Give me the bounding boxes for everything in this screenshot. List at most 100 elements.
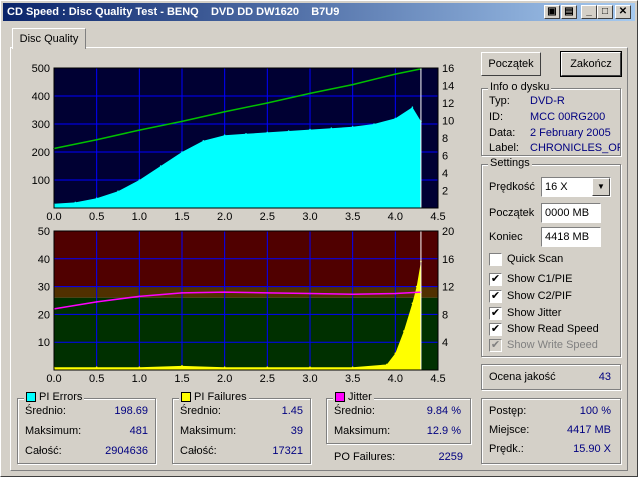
quick-scan-checkbox[interactable] [489,253,502,266]
x-tick-label: 0.0 [46,211,61,223]
x-tick-label: 0.5 [89,211,104,223]
jitter-max-label: Maksimum: [334,425,391,437]
series-point [266,102,269,104]
pi-failures-swatch [181,392,191,403]
y-tick-label: 30 [38,282,50,294]
jitter-avg-value: 9.84 % [426,405,461,417]
show-jitter-checkbox[interactable]: ✔ [489,307,502,320]
pi-errors-total-label: Całość: [25,445,62,457]
series-point [394,73,397,75]
series-point [138,129,141,131]
speed-select[interactable]: 16 X ▼ [541,177,611,197]
y2-tick-label: 6 [442,151,448,163]
pi-errors-max-value: 481 [129,425,148,437]
chevron-down-icon[interactable]: ▼ [592,178,610,196]
y-tick-label: 20 [38,309,50,321]
disc-info-group: Info o dysku Typ: DVD-R ID: MCC 00RG200 … [481,81,621,156]
end-input[interactable]: 4418 MB [541,227,601,247]
pi-failures-title: PI Failures [179,391,249,403]
series-point [386,363,388,366]
x-tick-label: 2.0 [217,373,232,385]
series-point [74,201,77,204]
restore-icon[interactable]: ▣ [544,5,560,19]
series-point [95,138,98,141]
x-tick-label: 4.0 [388,211,403,223]
series-point [309,92,311,95]
series-point [95,366,98,369]
y-tick-label: 100 [32,175,50,187]
show-c2-checkbox[interactable]: ✔ [489,290,502,303]
pi-errors-avg-value: 198.69 [114,405,148,417]
y-tick-label: 300 [32,119,50,131]
disc-info-title: Info o dysku [488,81,552,93]
series-point [202,140,205,142]
pi-errors-total-value: 2904636 [105,445,148,457]
show-write-speed-checkbox: ✔ [489,339,502,352]
x-tick-label: 2.5 [260,211,275,223]
y-tick-label: 10 [38,337,50,349]
series-point [181,151,183,153]
series-point [394,352,397,355]
show-c1-checkbox[interactable]: ✔ [489,273,502,286]
speed-readout-label: Prędk.: [489,443,524,455]
stop-button[interactable]: Zakończ [560,51,622,77]
window-title: CD Speed : Disc Quality Test - BENQ DVD … [7,6,340,18]
show-read-speed-checkbox[interactable]: ✔ [489,323,502,336]
x-tick-label: 3.5 [345,211,360,223]
series-point [95,197,98,199]
pi-errors-group: PI Errors Średnio: 198.69 Maksimum: 481 … [17,391,156,464]
series-point [138,179,141,181]
po-failures-label: PO Failures: [334,451,396,463]
tab-disc-quality[interactable]: Disc Quality [12,28,86,49]
pi-failures-avg-value: 1.45 [281,405,303,417]
pi-failures-total-label: Całość: [180,445,217,457]
settings-title: Settings [488,157,532,169]
speed-label: Prędkość [489,181,535,193]
x-tick-label: 1.5 [174,373,189,385]
x-tick-label: 3.0 [302,373,317,385]
show-jitter-label: Show Jitter [507,307,562,319]
start-label: Początek [489,207,535,219]
end-label: Koniec [489,231,523,243]
series-point [266,366,269,369]
start-input[interactable]: 0000 MB [541,203,601,223]
type-label: Typ: [489,95,510,107]
quality-band [54,297,438,370]
title-bar[interactable]: CD Speed : Disc Quality Test - BENQ DVD … [3,3,635,21]
quality-score-group: Ocena jakość 43 [481,364,621,390]
label-value: CHRONICLES_OF [530,142,620,154]
series-point [223,291,226,293]
close-button[interactable]: ✕ [615,5,631,19]
show-c2-label: Show C2/PIF [507,290,572,302]
series-point [223,110,226,113]
jitter-group: Jitter Średnio: 9.84 % Maksimum: 12.9 % [326,391,471,444]
label-label: Label: [489,142,519,154]
type-value: DVD-R [530,95,565,107]
progress-label: Postęp: [489,405,527,417]
quality-chart: 0.0 0.5 1.0 1.5 2.0 2.5 3.0 3.5 4.0 4.5 100 200 300 4… [32,63,455,385]
y2-tick-label: 8 [442,133,448,145]
x-tick-label: 3.5 [345,373,360,385]
x-tick-label: 4.0 [388,373,403,385]
minimize-button[interactable]: _ [581,5,597,19]
series-point [309,128,311,131]
series-point [117,190,119,192]
x-tick-label: 4.5 [430,211,445,223]
y2-tick-label: 20 [442,226,454,238]
show-c1-label: Show C1/PIE [507,273,573,285]
series-point [351,83,354,86]
pin-icon[interactable]: ▤ [561,5,577,19]
series-point [394,292,397,295]
po-failures-value: 2259 [438,451,463,463]
series-point [266,131,269,134]
maximize-button[interactable]: □ [597,5,613,19]
y2-tick-label: 12 [442,98,454,110]
series-point [351,293,354,296]
series-point [394,117,397,120]
jitter-swatch [335,392,345,403]
y2-tick-label: 4 [442,168,448,180]
y-tick-label: 50 [38,226,50,238]
series-point [245,133,247,135]
series-point [415,285,418,288]
start-button[interactable]: Początek [481,52,541,76]
